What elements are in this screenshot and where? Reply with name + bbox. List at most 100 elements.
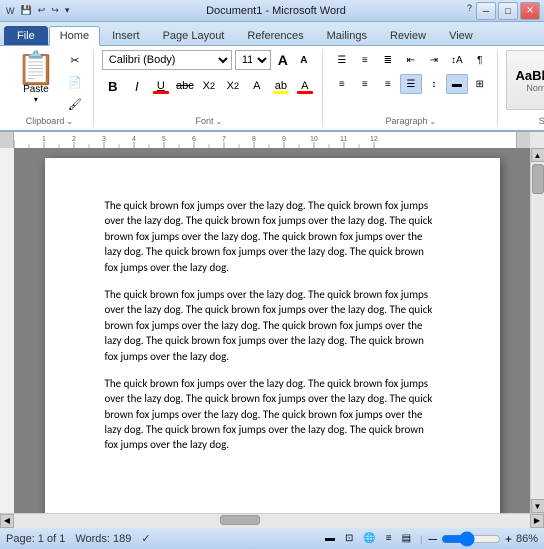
quick-access-toolbar: W 💾 ↩ ↪ ▾ — [4, 4, 71, 17]
tab-page-layout[interactable]: Page Layout — [152, 26, 236, 45]
outline-btn[interactable]: ≡ — [383, 532, 395, 545]
full-screen-btn[interactable]: ⊡ — [342, 532, 356, 545]
draft-btn[interactable]: ▤ — [399, 532, 414, 545]
styles-gallery[interactable]: AaBbCc Normal — [506, 50, 544, 110]
document-text[interactable]: The quick brown fox jumps over the lazy … — [105, 198, 440, 453]
tab-file[interactable]: File — [4, 26, 48, 45]
help-icon[interactable]: ? — [465, 2, 474, 20]
copy-button[interactable]: 📄 — [63, 72, 87, 92]
clipboard-expand-icon[interactable]: ⌄ — [66, 117, 73, 126]
scroll-down-arrow[interactable]: ▼ — [531, 499, 544, 513]
paragraph-label: Paragraph ⌄ — [385, 114, 436, 126]
tab-review[interactable]: Review — [379, 26, 437, 45]
borders-button[interactable]: ⊞ — [469, 74, 491, 94]
tab-home[interactable]: Home — [49, 26, 100, 46]
highlight-color-bar — [273, 91, 289, 94]
cut-button[interactable]: ✂ — [63, 50, 87, 70]
svg-text:6: 6 — [192, 136, 196, 143]
format-painter-button[interactable]: 🖌 — [63, 94, 87, 114]
styles-label: Styles ⌄ — [539, 114, 544, 126]
increase-indent-button[interactable]: ⇥ — [423, 50, 445, 70]
bold-button[interactable]: B — [102, 76, 124, 96]
italic-button[interactable]: I — [126, 76, 148, 96]
vertical-scrollbar[interactable]: ▲ ▼ — [530, 148, 544, 513]
zoom-minus[interactable]: ─ — [428, 532, 437, 546]
main-area: The quick brown fox jumps over the lazy … — [0, 148, 544, 513]
zoom-slider[interactable] — [441, 533, 501, 545]
font-expand-icon[interactable]: ⌄ — [216, 117, 223, 126]
numbering-button[interactable]: ≡ — [354, 50, 376, 70]
h-scroll-thumb[interactable] — [220, 515, 260, 525]
subscript-button[interactable]: X2 — [198, 76, 220, 96]
decrease-indent-button[interactable]: ⇤ — [400, 50, 422, 70]
proofing-icon[interactable]: ✓ — [141, 532, 150, 545]
minimize-button[interactable]: ─ — [476, 2, 496, 20]
shading-button[interactable]: ▬ — [446, 74, 468, 94]
customize-quick-btn[interactable]: ▾ — [63, 4, 72, 17]
styles-content: AaBbCc Normal ▲ ▼ ⌄ — [506, 50, 544, 114]
undo-arrow-btn[interactable]: ↪ — [49, 4, 61, 17]
web-layout-btn[interactable]: 🌐 — [360, 532, 378, 545]
title-bar-left: W 💾 ↩ ↪ ▾ — [4, 4, 71, 17]
justify-button[interactable]: ☰ — [400, 74, 422, 94]
tab-references[interactable]: References — [236, 26, 314, 45]
align-left-button[interactable]: ≡ — [331, 74, 353, 94]
shrink-font-button[interactable]: A — [295, 51, 313, 69]
h-scroll-track[interactable] — [14, 514, 530, 528]
word-logo: W — [4, 5, 17, 17]
close-button[interactable]: ✕ — [520, 2, 540, 20]
content-scroll[interactable]: The quick brown fox jumps over the lazy … — [14, 148, 530, 513]
tab-mailings[interactable]: Mailings — [316, 26, 378, 45]
svg-text:10: 10 — [310, 136, 318, 143]
ruler-left-margin — [0, 132, 14, 148]
paste-dropdown-icon[interactable]: ▾ — [34, 95, 38, 104]
superscript-button[interactable]: X2 — [222, 76, 244, 96]
font-family-select[interactable]: Calibri (Body) — [102, 50, 232, 70]
horizontal-scrollbar[interactable]: ◀ ▶ — [0, 513, 544, 527]
font-label: Font ⌄ — [195, 114, 222, 126]
word-count: Words: 189 — [75, 533, 131, 545]
tab-insert[interactable]: Insert — [101, 26, 151, 45]
print-layout-btn[interactable]: ▬ — [322, 532, 338, 545]
tab-view[interactable]: View — [438, 26, 484, 45]
text-effect-button[interactable]: A — [246, 76, 268, 96]
paragraph-row1: ☰ ≡ ≣ ⇤ ⇥ ↕A ¶ — [331, 50, 491, 70]
font-color-bar — [297, 91, 313, 94]
paragraph-1: The quick brown fox jumps over the lazy … — [105, 198, 440, 275]
grow-font-button[interactable]: A — [274, 51, 292, 69]
highlight-button[interactable]: ab — [270, 76, 292, 96]
show-marks-button[interactable]: ¶ — [469, 50, 491, 70]
align-center-button[interactable]: ≡ — [354, 74, 376, 94]
paragraph-expand-icon[interactable]: ⌄ — [430, 117, 437, 126]
scroll-thumb[interactable] — [532, 164, 544, 194]
align-right-button[interactable]: ≡ — [377, 74, 399, 94]
maximize-button[interactable]: □ — [498, 2, 518, 20]
scroll-right-arrow[interactable]: ▶ — [530, 514, 544, 528]
svg-text:1: 1 — [42, 136, 46, 143]
scroll-left-arrow[interactable]: ◀ — [0, 514, 14, 528]
paragraph-2: The quick brown fox jumps over the lazy … — [105, 287, 440, 364]
paste-button[interactable]: 📋 Paste ▾ — [12, 50, 60, 106]
line-spacing-button[interactable]: ↕ — [423, 74, 445, 94]
scroll-up-arrow[interactable]: ▲ — [531, 148, 544, 162]
bullets-button[interactable]: ☰ — [331, 50, 353, 70]
sort-button[interactable]: ↕A — [446, 50, 468, 70]
font-size-select[interactable]: 11 — [235, 50, 271, 70]
font-content: Calibri (Body) 11 A A B I U abc X2 X2 A — [102, 50, 316, 114]
svg-text:2: 2 — [72, 136, 76, 143]
save-quick-btn[interactable]: 💾 — [19, 4, 34, 17]
font-color-button[interactable]: A — [294, 76, 316, 96]
title-bar-title: Document1 - Microsoft Word — [4, 5, 544, 17]
clipboard-content: 📋 Paste ▾ ✂ 📄 🖌 — [12, 50, 87, 114]
zoom-plus[interactable]: + — [505, 532, 512, 546]
clipboard-label: Clipboard ⌄ — [26, 114, 73, 126]
undo-quick-btn[interactable]: ↩ — [36, 4, 48, 17]
clipboard-group: 📋 Paste ▾ ✂ 📄 🖌 Clipboard ⌄ — [6, 50, 94, 126]
multilevel-button[interactable]: ≣ — [377, 50, 399, 70]
svg-text:7: 7 — [222, 136, 226, 143]
font-group: Calibri (Body) 11 A A B I U abc X2 X2 A — [96, 50, 323, 126]
paragraph-3: The quick brown fox jumps over the lazy … — [105, 376, 440, 453]
underline-button[interactable]: U — [150, 76, 172, 96]
strikethrough-button[interactable]: abc — [174, 76, 196, 96]
title-bar-controls: ? ─ □ ✕ — [465, 2, 540, 20]
